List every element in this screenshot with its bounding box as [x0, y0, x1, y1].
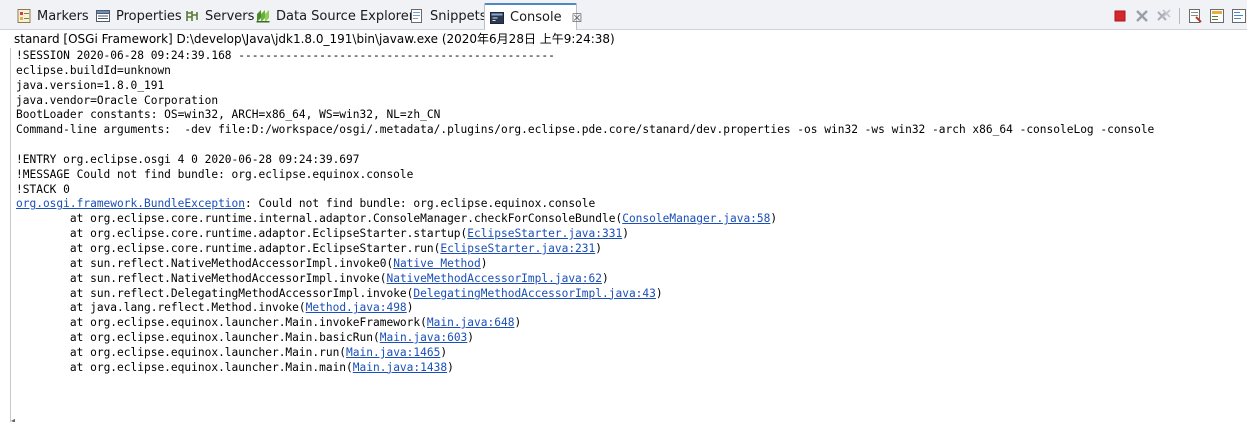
tab-label: Properties: [116, 8, 182, 24]
console-text: !SESSION 2020-06-28 09:24:39.168 -------…: [11, 48, 1247, 376]
toolbar-separator: [1179, 8, 1180, 24]
stack-frame-line: at java.lang.reflect.Method.invoke(Metho…: [16, 301, 1247, 316]
stack-frame-line: at org.eclipse.equinox.launcher.Main.inv…: [16, 316, 1247, 331]
console-icon: [489, 10, 505, 26]
source-location-link[interactable]: Main.java:648: [427, 316, 515, 329]
clear-console-icon[interactable]: [1187, 8, 1203, 24]
source-location-link[interactable]: NativeMethodAccessorImpl.java:62: [386, 272, 602, 285]
tab-markers[interactable]: Markers: [12, 3, 93, 29]
view-tab-bar: Markers Properties Servers Data Source E…: [0, 0, 1247, 30]
stack-frame-line: at sun.reflect.DelegatingMethodAccessorI…: [16, 287, 1247, 302]
tab-label: Console: [510, 10, 562, 25]
console-line: java.version=1.8.0_191: [16, 78, 165, 92]
word-wrap-icon[interactable]: [1231, 8, 1247, 24]
exception-line: org.osgi.framework.BundleException: Coul…: [16, 197, 1247, 212]
stack-frame-line: at org.eclipse.equinox.launcher.Main.bas…: [16, 331, 1247, 346]
horizontal-scroll-arrow-icon[interactable]: ◂: [11, 416, 21, 422]
console-line-blank: [16, 138, 1247, 153]
markers-icon: [16, 8, 32, 24]
stack-frame-line: at org.eclipse.core.runtime.adaptor.Ecli…: [16, 227, 1247, 242]
stack-frame-suffix: ): [602, 271, 609, 285]
stack-frame-line: at org.eclipse.core.runtime.adaptor.Ecli…: [16, 242, 1247, 257]
source-location-link[interactable]: Main.java:603: [380, 331, 468, 344]
exception-class-link[interactable]: org.osgi.framework.BundleException: [16, 197, 245, 210]
tab-label: Servers: [205, 8, 255, 24]
tab-label: Data Source Explorer: [276, 8, 415, 24]
stack-frame-suffix: ): [595, 241, 603, 255]
console-line: !MESSAGE Could not find bundle: org.ecli…: [16, 167, 414, 181]
console-line: BootLoader constants: OS=win32, ARCH=x86…: [16, 108, 441, 122]
stack-frame-suffix: ): [514, 316, 522, 330]
source-location-link[interactable]: Native Method: [393, 257, 481, 270]
remove-all-terminated-icon[interactable]: [1156, 8, 1172, 24]
console-line: Command-line arguments: -dev file:D:/wor…: [16, 123, 1155, 137]
stack-frame-method: at org.eclipse.equinox.launcher.Main.mai…: [16, 360, 353, 374]
stack-frame-method: at org.eclipse.core.runtime.adaptor.Ecli…: [16, 227, 468, 241]
source-location-link[interactable]: Method.java:498: [306, 301, 407, 314]
stack-frame-line: at org.eclipse.equinox.launcher.Main.mai…: [16, 361, 1247, 376]
stack-frame-method: at sun.reflect.NativeMethodAccessorImpl.…: [16, 271, 387, 285]
source-location-link[interactable]: EclipseStarter.java:231: [440, 242, 595, 255]
stack-frame-method: at sun.reflect.DelegatingMethodAccessorI…: [16, 286, 414, 300]
tab-properties[interactable]: Properties: [91, 3, 186, 29]
tab-console[interactable]: Console ☒: [484, 3, 582, 30]
stack-frame-line: at org.eclipse.equinox.launcher.Main.run…: [16, 346, 1247, 361]
scroll-lock-icon[interactable]: [1209, 8, 1225, 24]
source-location-link[interactable]: DelegatingMethodAccessorImpl.java:43: [413, 287, 655, 300]
snippets-icon: [409, 8, 425, 24]
servers-icon: [184, 8, 200, 24]
stack-frame-suffix: ): [406, 301, 414, 315]
stack-frame-line: at sun.reflect.NativeMethodAccessorImpl.…: [16, 257, 1247, 272]
console-toolbar: [1112, 6, 1247, 26]
stack-frame-suffix: ): [770, 212, 778, 226]
tab-data-source-explorer[interactable]: Data Source Explorer: [251, 3, 418, 29]
console-line: java.vendor=Oracle Corporation: [16, 93, 219, 107]
stack-frame-method: at org.eclipse.core.runtime.internal.ada…: [16, 212, 623, 226]
stack-frame-suffix: ): [440, 345, 448, 359]
stack-frame-suffix: ): [480, 256, 488, 270]
tab-servers[interactable]: Servers: [180, 3, 258, 29]
stack-frame-method: at org.eclipse.equinox.launcher.Main.run…: [16, 345, 347, 359]
stack-frame-suffix: ): [467, 331, 475, 345]
stack-frame-method: at sun.reflect.NativeMethodAccessorImpl.…: [16, 256, 394, 270]
stack-frame-method: at org.eclipse.equinox.launcher.Main.inv…: [16, 316, 427, 330]
console-output[interactable]: !SESSION 2020-06-28 09:24:39.168 -------…: [10, 48, 1247, 422]
process-description: stanard [OSGi Framework] D:\develop\Java…: [0, 30, 1247, 48]
stack-trace: at org.eclipse.core.runtime.internal.ada…: [16, 212, 1247, 375]
tab-label: Snippets: [430, 8, 487, 24]
console-line: !ENTRY org.eclipse.osgi 4 0 2020-06-28 0…: [16, 152, 360, 166]
tab-label: Markers: [37, 8, 89, 24]
stack-frame-suffix: ): [622, 227, 629, 241]
terminate-icon[interactable]: [1112, 8, 1128, 24]
stack-frame-method: at org.eclipse.core.runtime.adaptor.Ecli…: [16, 241, 441, 255]
source-location-link[interactable]: ConsoleManager.java:58: [622, 212, 770, 225]
exception-message: : Could not find bundle: org.eclipse.equ…: [245, 197, 596, 211]
source-location-link[interactable]: Main.java:1465: [346, 346, 440, 359]
stack-frame-suffix: ): [655, 286, 663, 300]
stack-frame-method: at org.eclipse.equinox.launcher.Main.bas…: [16, 331, 380, 345]
data-source-icon: [255, 8, 271, 24]
console-line: eclipse.buildId=unknown: [16, 63, 171, 77]
remove-launch-icon[interactable]: [1134, 8, 1150, 24]
stack-frame-method: at java.lang.reflect.Method.invoke(: [16, 301, 306, 315]
console-line: !SESSION 2020-06-28 09:24:39.168 -------…: [16, 49, 555, 62]
console-line: !STACK 0: [16, 182, 70, 196]
tab-snippets[interactable]: Snippets: [405, 3, 490, 29]
stack-frame-line: at org.eclipse.core.runtime.internal.ada…: [16, 212, 1247, 227]
source-location-link[interactable]: EclipseStarter.java:331: [467, 227, 622, 240]
properties-icon: [95, 8, 111, 24]
stack-frame-line: at sun.reflect.NativeMethodAccessorImpl.…: [16, 272, 1247, 287]
close-icon[interactable]: ☒: [572, 11, 583, 25]
stack-frame-suffix: ): [447, 360, 454, 374]
source-location-link[interactable]: Main.java:1438: [353, 361, 447, 374]
